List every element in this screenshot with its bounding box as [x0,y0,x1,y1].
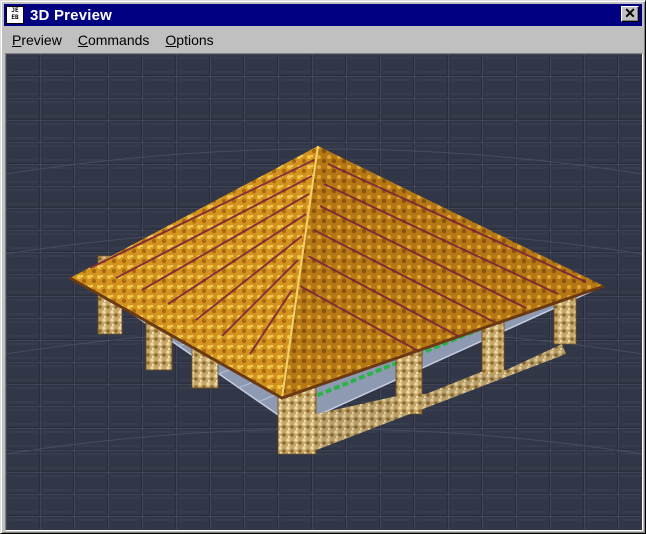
window-title: 3D Preview [30,6,113,24]
close-icon: ✕ [624,5,636,21]
menu-preview-accel: P [12,32,22,48]
close-button[interactable]: ✕ [621,6,639,22]
menu-preview[interactable]: Preview [4,32,70,48]
menu-commands-label: ommands [87,32,150,48]
jeb-app-icon[interactable]: JE EB [6,6,24,24]
menu-commands[interactable]: Commands [70,32,158,48]
preview-window: JE EB 3D Preview ✕ Preview Commands Optio… [0,0,646,534]
scene-canvas [6,54,642,530]
title-bar[interactable]: JE EB 3D Preview ✕ [4,4,642,26]
menu-bar: Preview Commands Options [4,29,642,51]
menu-options[interactable]: Options [157,32,221,48]
menu-options-accel: O [165,32,177,48]
3d-viewport[interactable] [5,53,643,531]
menu-options-label: ptions [176,32,214,48]
menu-preview-label: review [21,32,62,48]
menu-commands-accel: C [77,32,88,48]
